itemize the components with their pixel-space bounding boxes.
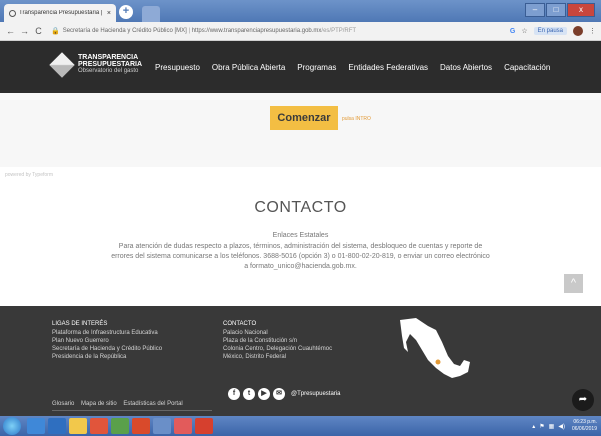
tray-arrow-icon[interactable]: ▴ [532, 423, 535, 430]
mexico-map-icon [400, 318, 470, 378]
logo-diamond-icon [49, 51, 75, 78]
main-menu: Presupuesto Obra Pública Abierta Program… [155, 63, 562, 72]
address-bar-row: ← → C 🔒 Secretaría de Hacienda y Crédito… [0, 22, 601, 41]
site-header: TRANSPARENCIA PRESUPUESTARIA Observatori… [0, 41, 601, 93]
taskbar-media-icon[interactable] [90, 418, 108, 434]
window-controls: – □ x [524, 3, 595, 17]
share-button[interactable]: ➦ [572, 389, 594, 411]
ligas-link[interactable]: Plataforma de Infraestructura Educativa [52, 329, 162, 337]
site-logo[interactable]: TRANSPARENCIA PRESUPUESTARIA Observatori… [49, 51, 142, 78]
address-line: Colonia Centro, Delegación Cuauhtémoc [223, 346, 333, 352]
contact-title: CONTACTO [254, 199, 347, 216]
comenzar-button[interactable]: Comenzar [270, 106, 338, 130]
close-window-button[interactable]: x [567, 3, 595, 17]
menu-kebab-icon[interactable]: ⋮ [589, 27, 596, 35]
logo-line-3: Observatorio del gasto [78, 68, 139, 74]
paused-profile-chip[interactable]: En pausa [533, 27, 567, 35]
twitter-icon[interactable]: t [243, 388, 255, 400]
typeform-embed: Comenzar pulsa INTRO [0, 93, 601, 167]
ligas-de-interes: LIGAS DE INTERÉS Plataforma de Infraestr… [52, 320, 162, 361]
contact-subtitle[interactable]: Enlaces Estatales [0, 232, 601, 239]
tray-volume-icon[interactable]: ◀) [558, 423, 565, 430]
address-line: Palacio Nacional [223, 330, 268, 336]
tab-title: Transparencia Presupuestaria | T [19, 10, 104, 16]
clock-time: 06:23 p.m. [573, 419, 597, 425]
taskbar-app-icon[interactable] [153, 418, 171, 434]
system-tray: ▴ ⚑ ▦ ◀) 06:23 p.m. 06/06/2019 [532, 419, 601, 433]
estadisticas-link[interactable]: Estadísticas del Portal [123, 401, 182, 407]
ligas-heading: LIGAS DE INTERÉS [52, 321, 108, 327]
ligas-link[interactable]: Presidencia de la República [52, 353, 162, 361]
browser-tab[interactable]: Transparencia Presupuestaria | T × [4, 4, 116, 22]
ligas-link[interactable]: Plan Nuevo Guerrero [52, 337, 162, 345]
browser-titlebar: Transparencia Presupuestaria | T × + – □… [0, 0, 601, 22]
windows-taskbar: ▴ ⚑ ▦ ◀) 06:23 p.m. 06/06/2019 [0, 416, 601, 436]
address-line: México, Distrito Federal [223, 354, 287, 360]
logo-line-1: TRANSPARENCIA [78, 54, 139, 61]
url-path: /es/PTP/RFT [321, 28, 357, 34]
logo-line-2: PRESUPUESTARIA [78, 61, 143, 68]
taskbar-ie-icon[interactable] [48, 418, 66, 434]
taskbar-app-icon[interactable] [27, 418, 45, 434]
address-line: Plaza de la Constitución s/n [223, 338, 298, 344]
google-icon[interactable]: G [510, 28, 515, 35]
url-host: https://www.transparenciapresupuestaria.… [191, 28, 322, 34]
menu-item-entidades[interactable]: Entidades Federativas [348, 63, 428, 72]
powered-by-label[interactable]: powered by Typeform [5, 172, 53, 178]
taskbar-folder-icon[interactable] [69, 418, 87, 434]
inactive-tab-area[interactable] [142, 6, 160, 22]
taskbar-clock[interactable]: 06:23 p.m. 06/06/2019 [572, 419, 597, 433]
contacto-heading: CONTACTO [223, 321, 257, 327]
email-icon[interactable]: ✉ [273, 388, 285, 400]
site-favicon-icon [9, 9, 16, 17]
minimize-button[interactable]: – [525, 3, 545, 17]
social-links: f t ▶ ✉ @Tpresupuestaria [228, 388, 340, 400]
menu-item-capacitacion[interactable]: Capacitación [504, 63, 550, 72]
clock-date: 06/06/2019 [571, 426, 597, 432]
footer-contacto: CONTACTO Palacio Nacional Plaza de la Co… [223, 320, 332, 361]
forward-button[interactable]: → [19, 26, 30, 36]
maximize-button[interactable]: □ [546, 3, 566, 17]
press-enter-hint: pulsa INTRO [342, 116, 371, 122]
facebook-icon[interactable]: f [228, 388, 240, 400]
glosario-link[interactable]: Glosario [52, 401, 74, 407]
bookmark-star-icon[interactable]: ☆ [521, 27, 527, 35]
lock-icon: 🔒 [51, 28, 60, 35]
menu-item-programas[interactable]: Programas [297, 63, 336, 72]
logo-text: TRANSPARENCIA PRESUPUESTARIA Observatori… [78, 54, 142, 75]
taskbar-powerpoint-icon[interactable] [174, 418, 192, 434]
youtube-icon[interactable]: ▶ [258, 388, 270, 400]
close-tab-icon[interactable]: × [107, 10, 111, 17]
back-button[interactable]: ← [5, 26, 16, 36]
reload-button[interactable]: C [33, 26, 44, 36]
footer-bottom-links: Glosario Mapa de sitio Estadísticas del … [52, 401, 188, 407]
tray-network-icon[interactable]: ▦ [549, 423, 555, 430]
footer-divider [52, 410, 212, 411]
contact-body: Para atención de dudas respecto a plazos… [111, 243, 490, 270]
new-tab-button[interactable]: + [119, 5, 133, 19]
address-bar-actions: G ☆ En pausa ⋮ [504, 26, 596, 36]
start-button[interactable] [3, 417, 21, 435]
tray-flag-icon[interactable]: ⚑ [539, 423, 544, 430]
ligas-link[interactable]: Secretaría de Hacienda y Crédito Público [52, 345, 162, 353]
menu-item-presupuesto[interactable]: Presupuesto [155, 63, 200, 72]
twitter-handle[interactable]: @Tpresupuestaria [291, 391, 340, 397]
menu-item-obra-publica[interactable]: Obra Pública Abierta [212, 63, 285, 72]
site-footer: LIGAS DE INTERÉS Plataforma de Infraestr… [0, 306, 601, 416]
site-identity: Secretaría de Hacienda y Crédito Público… [62, 28, 187, 34]
menu-item-datos-abiertos[interactable]: Datos Abiertos [440, 63, 492, 72]
scroll-to-top-button[interactable]: ^ [564, 274, 583, 293]
taskbar-app-icon[interactable] [111, 418, 129, 434]
taskbar-chrome-icon[interactable] [132, 418, 150, 434]
taskbar-app-icon[interactable] [195, 418, 213, 434]
avatar[interactable] [573, 26, 583, 36]
url-field[interactable]: 🔒 Secretaría de Hacienda y Crédito Públi… [51, 24, 504, 38]
mapa-de-sitio-link[interactable]: Mapa de sitio [81, 401, 117, 407]
